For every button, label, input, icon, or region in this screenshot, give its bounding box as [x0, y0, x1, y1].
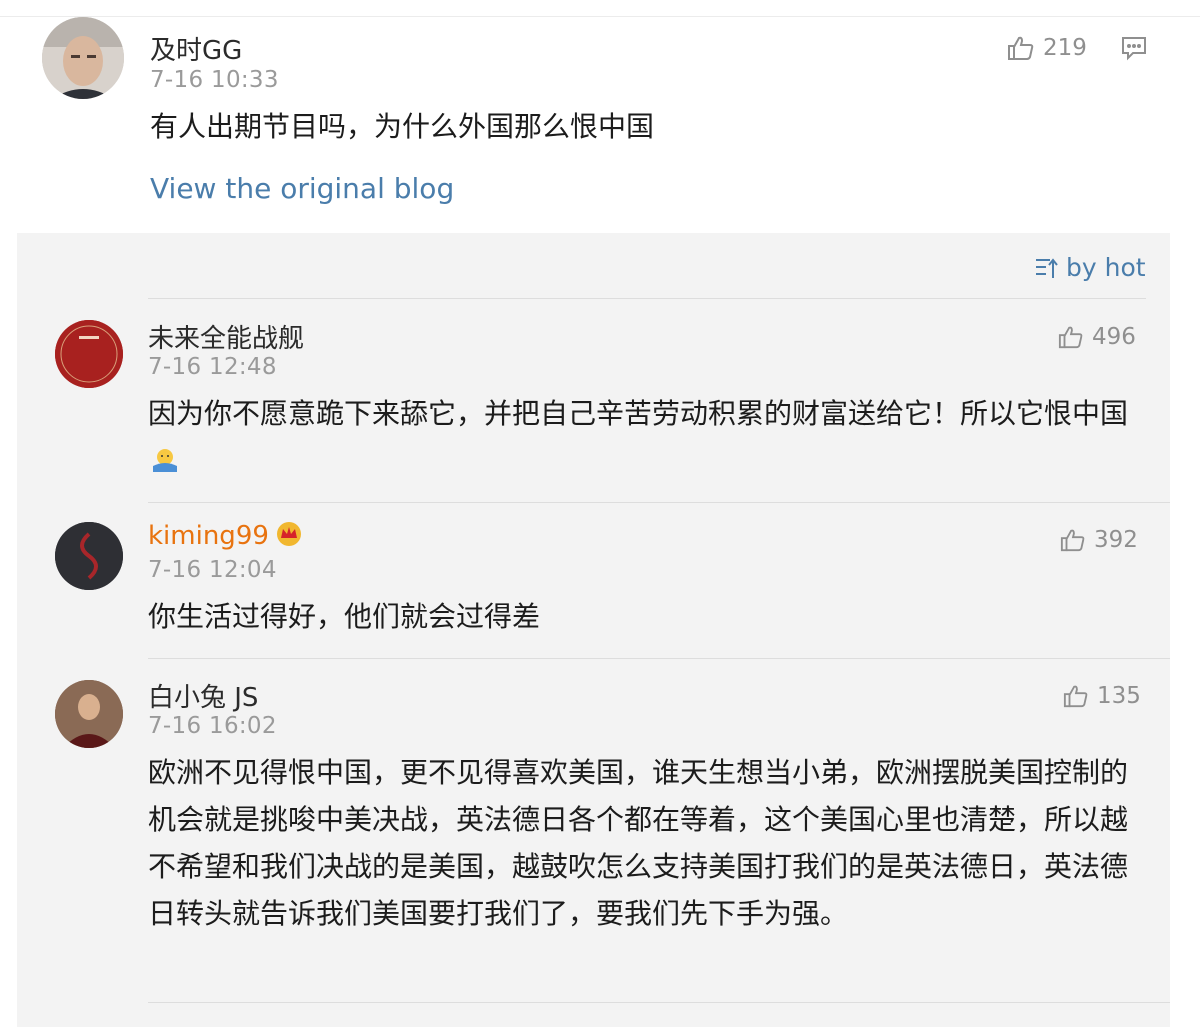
post-like-count: 219 [1043, 35, 1087, 61]
thumbs-up-icon [1060, 529, 1085, 552]
post-text: 有人出期节目吗，为什么外国那么恨中国 [150, 110, 655, 143]
comment-author-name[interactable]: 未来全能战舰 [148, 318, 304, 355]
sort-toggle[interactable]: by hot [1034, 253, 1146, 282]
divider [148, 658, 1170, 659]
post-timestamp: 7-16 10:33 [150, 67, 279, 93]
comment-timestamp: 7-16 12:04 [148, 557, 277, 583]
view-original-link[interactable]: View the original blog [150, 172, 454, 205]
post-comment-button[interactable] [1120, 34, 1148, 66]
comment-avatar[interactable] [55, 320, 123, 388]
shrug-emoji [150, 441, 180, 488]
sort-icon [1036, 257, 1058, 278]
thumbs-up-icon [1063, 685, 1088, 708]
comment-author-name[interactable]: kiming99 [148, 521, 303, 554]
comment-text: 你生活过得好，他们就会过得差 [148, 600, 541, 633]
comment-text: 欧洲不见得恨中国，更不见得喜欢美国，谁天生想当小弟，欧洲摆脱美国控制的机会就是挑… [148, 756, 1129, 930]
comment-like-count: 392 [1094, 527, 1138, 553]
divider [148, 502, 1170, 503]
divider [148, 298, 1146, 299]
post-like-button[interactable]: 219 [1007, 34, 1087, 62]
comment-like-button[interactable]: 135 [1063, 683, 1141, 709]
divider [148, 1002, 1170, 1003]
comment-avatar[interactable] [55, 522, 123, 590]
comment-icon [1122, 37, 1146, 61]
comment-text-content: 因为你不愿意跪下来舔它，并把自己辛苦劳动积累的财富送给它！所以它恨中国 [148, 397, 1129, 430]
post-author-avatar[interactable] [42, 17, 124, 99]
comment-like-button[interactable]: 392 [1060, 527, 1138, 553]
comment-author-name[interactable]: 白小兔 JS [148, 677, 258, 714]
top-divider [0, 16, 1200, 17]
comment-like-count: 135 [1097, 683, 1141, 709]
comment-timestamp: 7-16 16:02 [148, 713, 277, 739]
thumbs-up-icon [1008, 36, 1034, 60]
post-author-name[interactable]: 及时GG [150, 30, 242, 67]
comment-like-button[interactable]: 496 [1058, 324, 1136, 350]
sort-label: by hot [1066, 253, 1146, 282]
comment-like-count: 496 [1092, 324, 1136, 350]
crown-icon [275, 521, 303, 554]
comment-text: 因为你不愿意跪下来舔它，并把自己辛苦劳动积累的财富送给它！所以它恨中国 [148, 390, 1138, 488]
thumbs-up-icon [1058, 326, 1083, 349]
comment-avatar[interactable] [55, 680, 123, 748]
comment-timestamp: 7-16 12:48 [148, 354, 277, 380]
comment-author-name-text: kiming99 [148, 521, 269, 551]
